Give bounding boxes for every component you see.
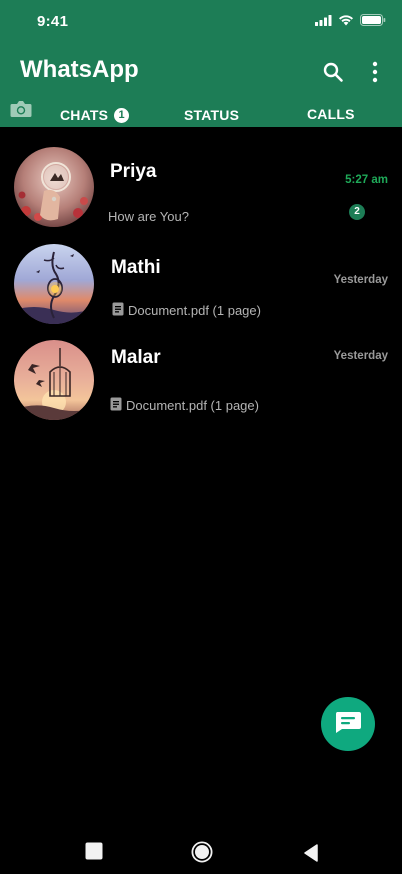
new-chat-icon: [334, 710, 362, 739]
chat-preview-text: Document.pdf (1 page): [128, 303, 261, 318]
tab-chats[interactable]: CHATS 1: [60, 107, 130, 123]
tab-calls[interactable]: CALLS: [307, 106, 355, 122]
whatsapp-screen: 9:41 WhatsApp CHATS 1 STATUS CALLS Priya…: [0, 0, 402, 874]
chat-preview: Document.pdf (1 page): [112, 302, 261, 319]
camera-icon[interactable]: [10, 100, 32, 118]
chat-row-malar[interactable]: Malar Yesterday Document.pdf (1 page): [0, 335, 402, 427]
chat-name: Mathi: [111, 257, 161, 278]
search-icon[interactable]: [322, 61, 344, 83]
tab-status-label: STATUS: [184, 107, 240, 123]
back-triangle-icon[interactable]: [303, 844, 319, 867]
battery-icon: [360, 13, 386, 31]
more-vert-icon[interactable]: [366, 60, 384, 84]
signal-icon: [315, 13, 332, 31]
tab-chats-label: CHATS: [60, 107, 109, 123]
chat-row-mathi[interactable]: Mathi Yesterday Document.pdf (1 page): [0, 239, 402, 331]
avatar[interactable]: [14, 244, 94, 324]
status-bar-time: 9:41: [37, 13, 69, 30]
avatar[interactable]: [14, 340, 94, 420]
chat-preview-text: How are You?: [108, 209, 189, 224]
system-nav-bar: [0, 832, 402, 874]
app-title: WhatsApp: [20, 56, 139, 83]
document-icon: [112, 302, 124, 319]
recents-square-icon[interactable]: [85, 842, 103, 865]
chat-row-priya[interactable]: Priya 5:27 am How are You? 2: [0, 144, 402, 236]
chat-preview-text: Document.pdf (1 page): [126, 398, 259, 413]
tab-calls-label: CALLS: [307, 106, 355, 122]
unread-badge: 2: [349, 204, 365, 220]
chat-name: Malar: [111, 347, 161, 368]
avatar[interactable]: [14, 147, 94, 227]
chat-time: Yesterday: [333, 274, 388, 286]
new-chat-button[interactable]: [321, 697, 375, 751]
chat-time: 5:27 am: [345, 174, 388, 186]
home-circle-icon[interactable]: [191, 841, 213, 868]
wifi-icon: [338, 13, 354, 31]
chat-preview: How are You?: [108, 209, 189, 224]
app-header: 9:41 WhatsApp CHATS 1 STATUS CALLS: [0, 0, 402, 127]
chat-time: Yesterday: [333, 350, 388, 362]
chat-name: Priya: [110, 161, 157, 182]
tab-status[interactable]: STATUS: [184, 107, 239, 123]
status-bar-icons: [315, 13, 386, 31]
document-icon: [110, 397, 122, 414]
chat-preview: Document.pdf (1 page): [110, 397, 259, 414]
tab-chats-badge: 1: [114, 107, 130, 123]
